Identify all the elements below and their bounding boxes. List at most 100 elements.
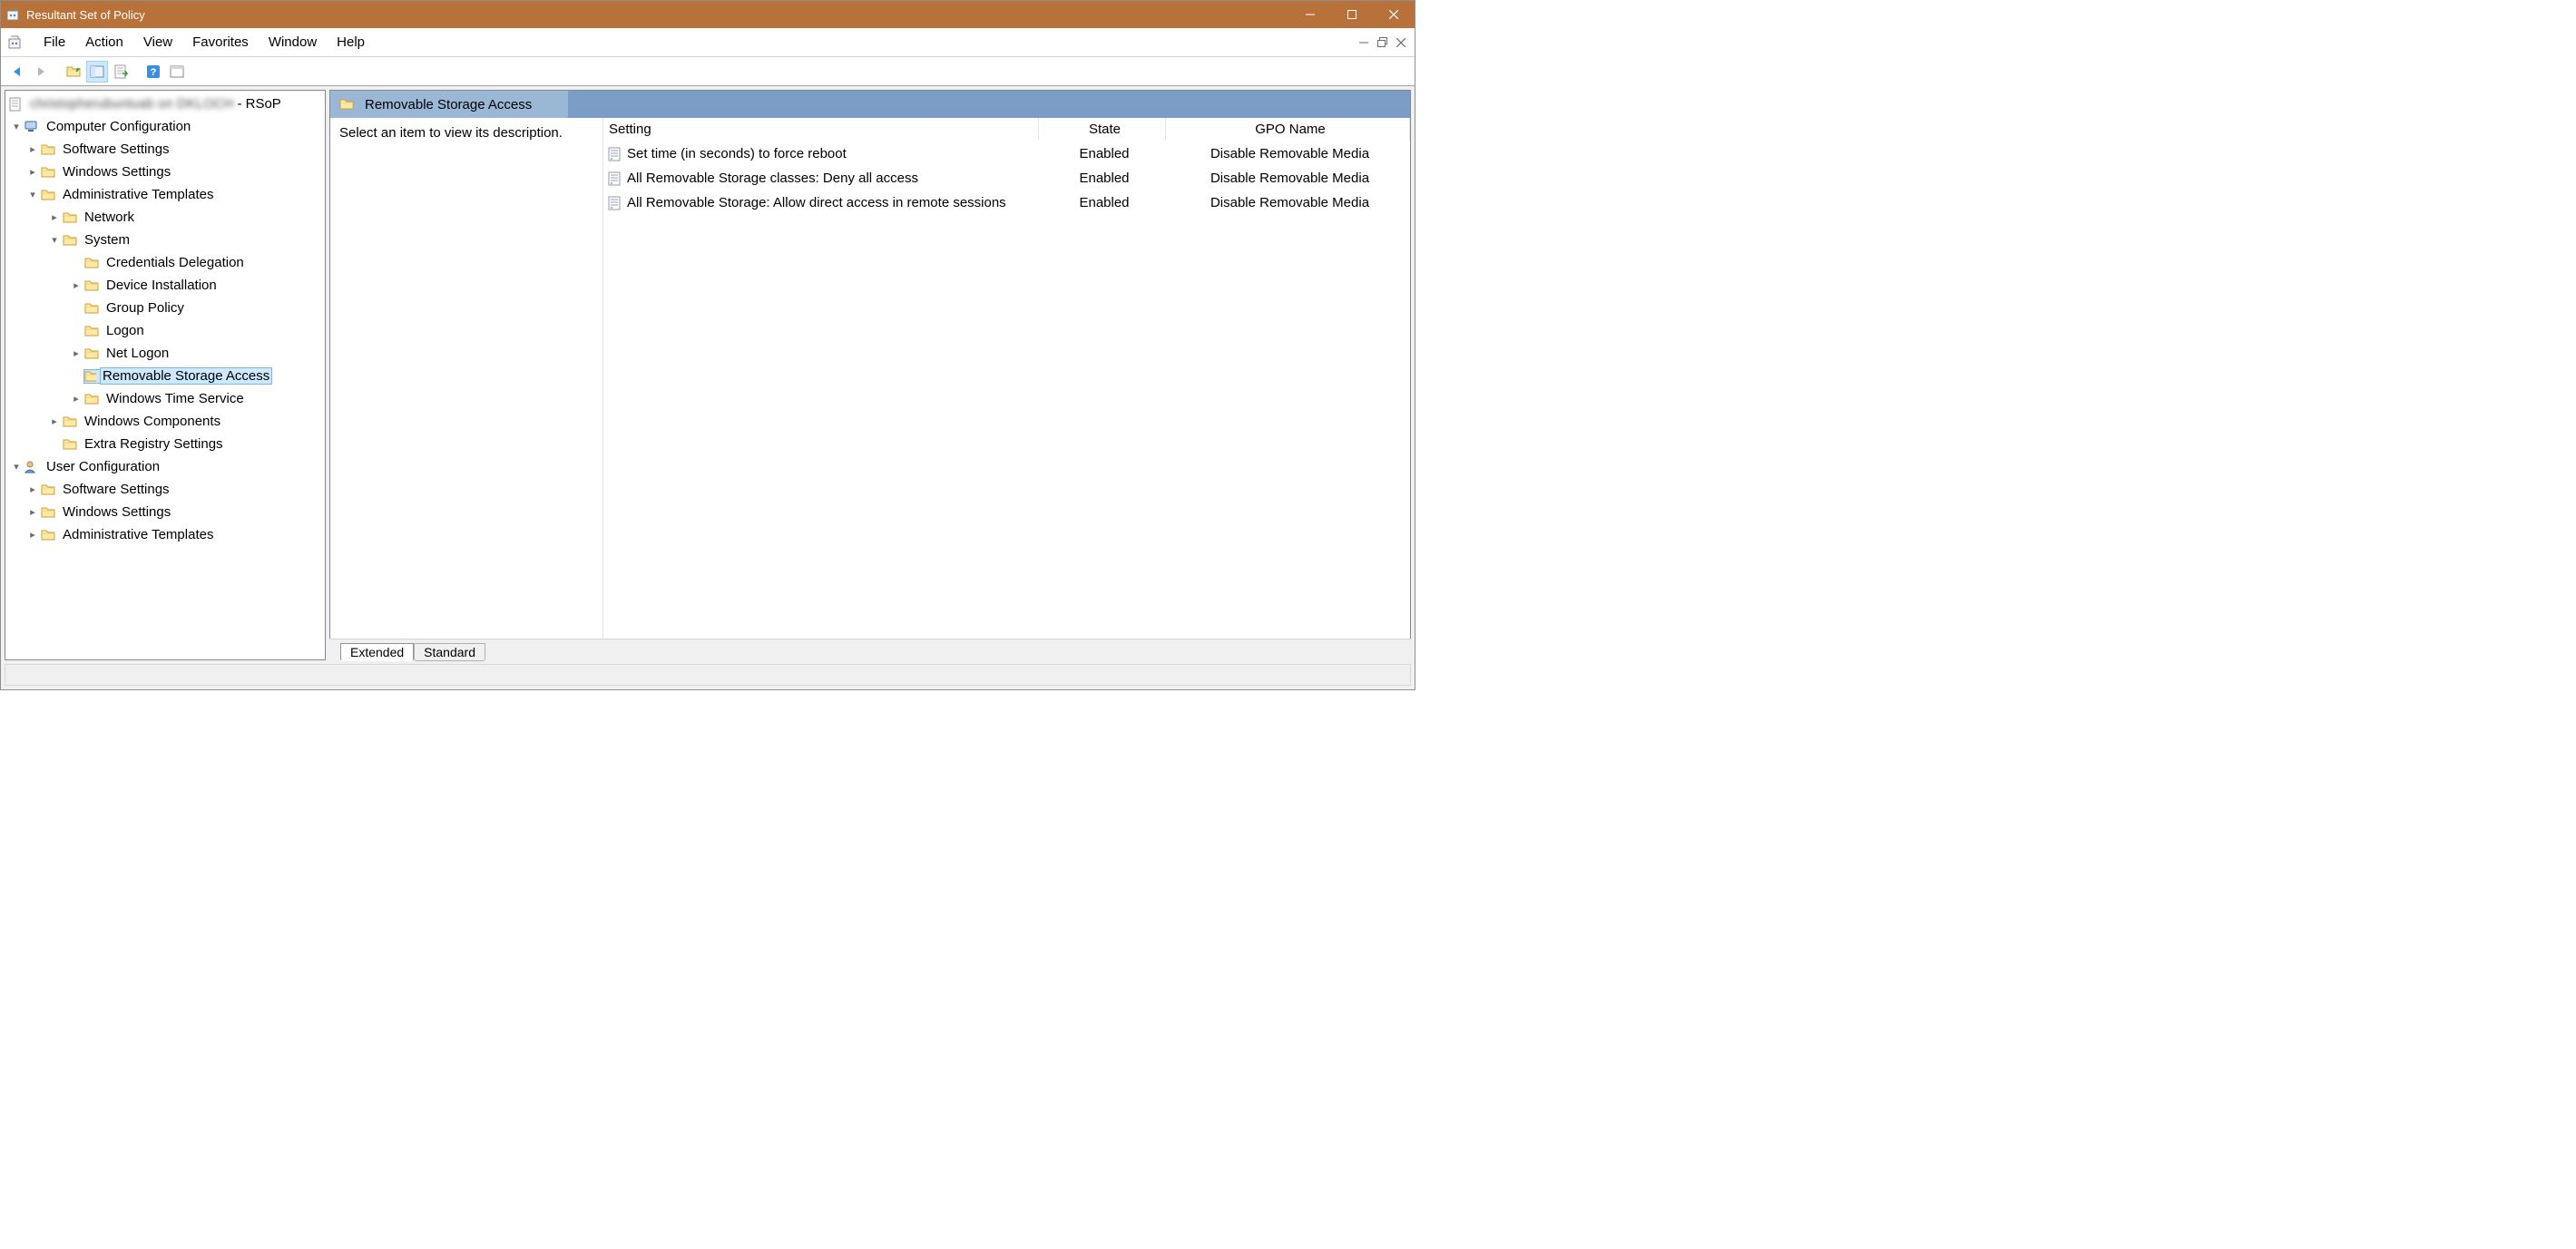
chevron-right-icon[interactable]: ▸: [69, 279, 83, 291]
folder-icon: [83, 278, 100, 293]
menu-window[interactable]: Window: [259, 34, 327, 50]
tree-cc-cred[interactable]: Credentials Delegation: [5, 251, 325, 274]
settings-list[interactable]: Setting State GPO Name Set time (in seco…: [603, 118, 1410, 639]
tree-user-config[interactable]: ▾User Configuration: [5, 455, 325, 478]
chevron-right-icon[interactable]: ▸: [47, 211, 62, 223]
folder-icon: [40, 142, 56, 157]
menu-favorites[interactable]: Favorites: [182, 34, 259, 50]
tree-cc-rsa[interactable]: Removable Storage Access: [5, 365, 325, 387]
setting-name: All Removable Storage classes: Deny all …: [627, 171, 918, 186]
chevron-right-icon[interactable]: ▸: [25, 506, 40, 518]
app-icon: [6, 7, 21, 22]
menu-action[interactable]: Action: [75, 34, 133, 50]
policy-item-icon: [607, 171, 622, 186]
tree-cc-netlogon[interactable]: ▸Net Logon: [5, 342, 325, 365]
setting-name: Set time (in seconds) to force reboot: [627, 146, 847, 161]
tree-uc-software[interactable]: ▸Software Settings: [5, 478, 325, 501]
chevron-down-icon[interactable]: ▾: [25, 189, 40, 200]
tree-cc-wincomp[interactable]: ▸Windows Components: [5, 410, 325, 433]
column-state[interactable]: State: [1039, 118, 1166, 141]
tree-cc-logon[interactable]: Logon: [5, 319, 325, 342]
menu-help[interactable]: Help: [327, 34, 375, 50]
list-row[interactable]: All Removable Storage: Allow direct acce…: [603, 190, 1410, 215]
column-gpo[interactable]: GPO Name: [1166, 118, 1410, 141]
column-setting[interactable]: Setting: [603, 118, 1039, 141]
chevron-right-icon[interactable]: ▸: [25, 529, 40, 541]
policy-item-icon: [607, 147, 622, 161]
setting-name: All Removable Storage: Allow direct acce…: [627, 195, 1006, 210]
chevron-right-icon[interactable]: ▸: [69, 347, 83, 359]
folder-icon: [40, 165, 56, 180]
menu-file[interactable]: File: [34, 34, 75, 50]
folder-icon: [40, 483, 56, 497]
window-controls: [1289, 1, 1415, 28]
close-button[interactable]: [1373, 1, 1415, 28]
tree-root-host: christopherubuntuab on DKLOCH: [30, 96, 233, 112]
properties-button[interactable]: [166, 61, 188, 83]
forward-button[interactable]: [30, 61, 52, 83]
chevron-right-icon[interactable]: ▸: [69, 393, 83, 405]
mdi-minimize-icon[interactable]: [1359, 38, 1368, 47]
description-text: Select an item to view its description.: [339, 125, 593, 141]
chevron-right-icon[interactable]: ▸: [25, 483, 40, 495]
toolbar: ?: [1, 57, 1415, 86]
tree-cc-devinst[interactable]: ▸Device Installation: [5, 274, 325, 297]
chevron-down-icon[interactable]: ▾: [9, 121, 24, 132]
chevron-down-icon[interactable]: ▾: [47, 234, 62, 246]
setting-gpo: Disable Removable Media: [1166, 171, 1410, 186]
mdi-close-icon[interactable]: [1396, 38, 1406, 47]
setting-state: Enabled: [1039, 171, 1166, 186]
mdi-restore-icon[interactable]: [1377, 37, 1387, 47]
tree-cc-software[interactable]: ▸Software Settings: [5, 138, 325, 161]
folder-icon: [62, 233, 78, 248]
window-title: Resultant Set of Policy: [26, 8, 1289, 22]
minimize-button[interactable]: [1289, 1, 1331, 28]
folder-icon: [40, 528, 56, 542]
tree-cc-admin[interactable]: ▾Administrative Templates: [5, 183, 325, 206]
window: Resultant Set of Policy File Action View…: [0, 0, 1415, 690]
show-tree-button[interactable]: [86, 61, 108, 83]
folder-icon: [62, 437, 78, 452]
svg-text:?: ?: [151, 67, 157, 78]
tree-cc-wts[interactable]: ▸Windows Time Service: [5, 387, 325, 410]
folder-icon: [83, 392, 100, 406]
rsop-icon: [7, 97, 24, 112]
mdi-icon: [6, 34, 24, 52]
tree-cc-windows[interactable]: ▸Windows Settings: [5, 161, 325, 183]
policy-item-icon: [607, 196, 622, 210]
back-button[interactable]: [6, 61, 28, 83]
chevron-right-icon[interactable]: ▸: [25, 143, 40, 155]
folder-icon: [83, 346, 100, 361]
export-button[interactable]: [110, 61, 132, 83]
tab-standard[interactable]: Standard: [414, 643, 485, 661]
tree-computer-config[interactable]: ▾Computer Configuration: [5, 115, 325, 138]
chevron-right-icon[interactable]: ▸: [25, 166, 40, 178]
tree-uc-admin[interactable]: ▸Administrative Templates: [5, 523, 325, 546]
folder-icon: [83, 369, 100, 384]
menu-view[interactable]: View: [133, 34, 182, 50]
mdi-controls: [1359, 37, 1415, 47]
tree-cc-system[interactable]: ▾System: [5, 229, 325, 251]
list-row[interactable]: Set time (in seconds) to force rebootEna…: [603, 141, 1410, 166]
tree-cc-network[interactable]: ▸Network: [5, 206, 325, 229]
maximize-button[interactable]: [1331, 1, 1373, 28]
content-header: Removable Storage Access: [330, 91, 1410, 118]
bottom-tabs: Extended Standard: [329, 639, 1411, 660]
chevron-down-icon[interactable]: ▾: [9, 461, 24, 473]
tree-cc-extrareg[interactable]: Extra Registry Settings: [5, 433, 325, 455]
list-header: Setting State GPO Name: [603, 118, 1410, 141]
list-row[interactable]: All Removable Storage classes: Deny all …: [603, 166, 1410, 190]
tree-pane[interactable]: christopherubuntuab on DKLOCH - RSoP ▾Co…: [5, 90, 326, 660]
tree-uc-windows[interactable]: ▸Windows Settings: [5, 501, 325, 523]
help-button[interactable]: ?: [142, 61, 164, 83]
chevron-right-icon[interactable]: ▸: [47, 415, 62, 427]
tree-cc-gp[interactable]: Group Policy: [5, 297, 325, 319]
tree-root[interactable]: christopherubuntuab on DKLOCH - RSoP: [5, 93, 325, 115]
folder-icon: [83, 301, 100, 316]
folder-icon: [40, 505, 56, 520]
up-button[interactable]: [63, 61, 84, 83]
setting-gpo: Disable Removable Media: [1166, 195, 1410, 210]
tab-extended[interactable]: Extended: [340, 643, 414, 661]
folder-icon: [83, 324, 100, 338]
folder-icon: [62, 210, 78, 225]
